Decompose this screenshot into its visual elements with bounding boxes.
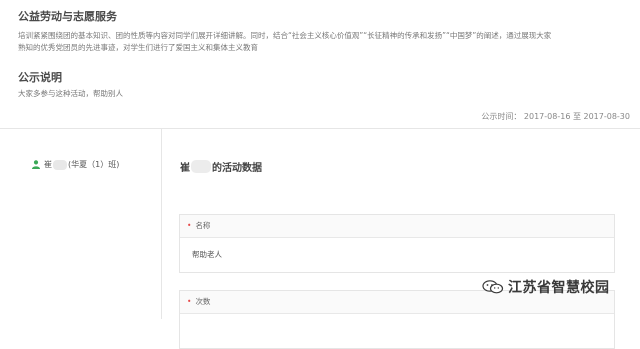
count-field: • 次数 [179, 290, 615, 349]
student-entry[interactable]: 崔 (华夏（1）班) [32, 159, 119, 170]
publish-time: 公示时间： 2017-08-16 至 2017-08-30 [481, 112, 630, 121]
blurred-name [53, 159, 67, 170]
student-class: (华夏（1）班) [68, 160, 120, 169]
count-field-value[interactable] [180, 314, 614, 348]
required-marker: • [187, 221, 192, 230]
student-panel: 崔 (华夏（1）班) [18, 129, 162, 319]
service-description-line2: 熟知的优秀党团员的先进事迹，对学生们进行了爱国主义和集体主义教育 [18, 43, 258, 52]
service-description-line1: 培训紧紧围绕团的基本知识、团的性质等内容对同学们展开详细讲解。同时，结合“社会主… [18, 31, 552, 40]
service-title: 公益劳动与志愿服务 [18, 10, 117, 23]
activity-title-prefix: 崔 [180, 163, 190, 174]
blurred-name [191, 160, 211, 173]
name-field-label: • 名称 [180, 215, 614, 238]
watermark: 江苏省智慧校园 [482, 277, 610, 297]
person-icon [32, 160, 40, 169]
service-description: 培训紧紧围绕团的基本知识、团的性质等内容对同学们展开详细讲解。同时，结合“社会主… [18, 30, 551, 54]
wechat-icon [482, 280, 504, 294]
watermark-text: 江苏省智慧校园 [508, 280, 610, 296]
required-marker: • [187, 297, 192, 306]
count-field-label-text: 次数 [195, 297, 211, 306]
student-name-prefix: 崔 [44, 160, 52, 169]
activity-title-suffix: 的活动数据 [212, 163, 262, 174]
activity-title: 崔 的活动数据 [180, 159, 262, 174]
name-field-value[interactable]: 帮助老人 [180, 238, 614, 272]
name-field-label-text: 名称 [195, 221, 211, 230]
notice-text: 大家多参与这种活动，帮助别人 [18, 89, 123, 98]
notice-title: 公示说明 [18, 71, 62, 84]
name-field: • 名称 帮助老人 [179, 214, 615, 273]
